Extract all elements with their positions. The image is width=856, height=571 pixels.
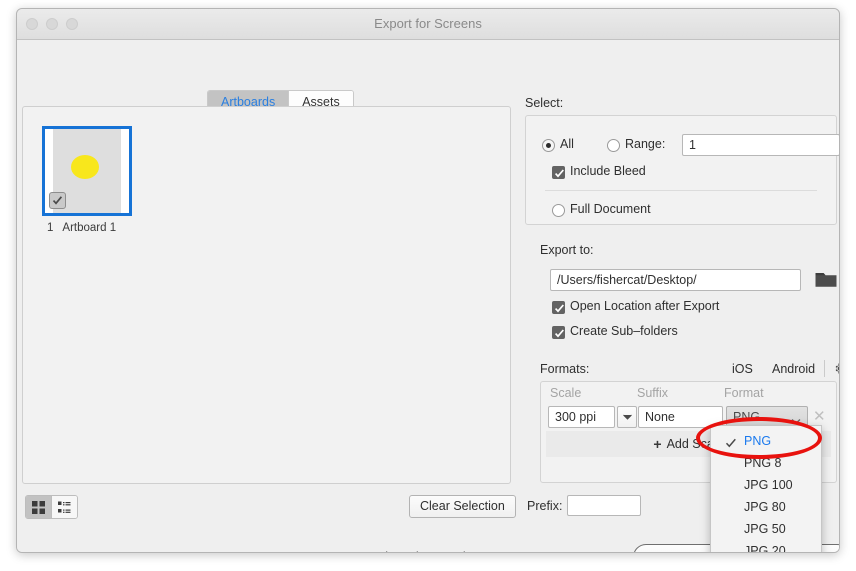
menu-item-label: PNG	[744, 434, 772, 448]
artboard-name: Artboard 1	[62, 222, 117, 234]
plus-icon: +	[653, 436, 662, 452]
checkmark-icon	[52, 196, 63, 205]
artboard-number: 1	[47, 222, 54, 234]
formats-divider	[824, 360, 825, 377]
window-titlebar: Export for Screens	[17, 9, 839, 40]
detail-view-button[interactable]	[51, 496, 77, 518]
dialog-body: Artboards Assets 1 Artboard 1 Clear Sele…	[17, 40, 839, 553]
menu-item-png[interactable]: PNG	[711, 430, 821, 452]
grid-view-icon	[32, 500, 45, 514]
gear-glyph	[835, 363, 839, 374]
column-header-scale: Scale	[550, 386, 582, 400]
menu-item-png-8[interactable]: PNG 8	[711, 452, 821, 474]
full-document-label: Full Document	[570, 202, 651, 216]
open-location-label: Open Location after Export	[570, 299, 720, 313]
radio-all[interactable]	[542, 139, 555, 152]
radio-all-label: All	[560, 137, 574, 151]
radio-range-label: Range:	[625, 137, 666, 151]
format-dropdown-menu[interactable]: PNG PNG 8 JPG 100 JPG 80 JPG 50 JPG 20 S…	[710, 425, 822, 553]
artboard-thumbnail[interactable]	[42, 126, 132, 216]
checkbox-create-subfolders[interactable]	[552, 326, 565, 339]
export-to-heading: Export to:	[540, 243, 594, 257]
menu-item-label: JPG 100	[744, 478, 793, 492]
export-status-text: Selected: 1, Total Export: 1	[370, 550, 519, 552]
export-for-screens-window: Export for Screens Artboards Assets 1 Ar…	[16, 8, 840, 553]
checkmark-icon	[554, 329, 564, 338]
checkmark-icon	[554, 304, 564, 313]
select-section-heading: Select:	[525, 96, 564, 110]
folder-icon[interactable]	[815, 271, 837, 294]
column-header-format: Format	[724, 386, 764, 400]
android-preset-button[interactable]: Android	[772, 362, 815, 376]
window-title: Export for Screens	[374, 16, 482, 31]
create-subfolders-label: Create Sub–folders	[570, 324, 678, 338]
checkmark-glyph	[725, 438, 736, 448]
folder-glyph	[815, 273, 837, 287]
menu-item-jpg-100[interactable]: JPG 100	[711, 474, 821, 496]
format-dropdown-value: PNG	[733, 410, 761, 424]
scale-input[interactable]: 300 ppi	[548, 406, 615, 428]
checkbox-include-bleed[interactable]	[552, 166, 565, 179]
menu-item-label: PNG 8	[744, 456, 782, 470]
detail-view-icon	[58, 501, 71, 513]
artboard-caption: 1 Artboard 1	[42, 222, 136, 234]
menu-item-jpg-80[interactable]: JPG 80	[711, 496, 821, 518]
artboard-list-item[interactable]: 1 Artboard 1	[42, 126, 136, 234]
column-header-suffix: Suffix	[637, 386, 669, 400]
prefix-input[interactable]	[567, 495, 641, 516]
artboard-select-checkbox[interactable]	[49, 192, 66, 209]
menu-item-jpg-50[interactable]: JPG 50	[711, 518, 821, 540]
export-path-input[interactable]: /Users/fishercat/Desktop/	[550, 269, 801, 291]
gear-icon[interactable]	[833, 361, 839, 381]
menu-item-label: JPG 50	[744, 522, 786, 536]
menu-item-label: JPG 80	[744, 500, 786, 514]
checkbox-open-location-after-export[interactable]	[552, 301, 565, 314]
scale-dropdown-button[interactable]	[617, 406, 637, 428]
remove-format-row-button[interactable]: ✕	[813, 409, 826, 424]
radio-range[interactable]	[607, 139, 620, 152]
include-bleed-label: Include Bleed	[570, 164, 646, 178]
clear-selection-button[interactable]: Clear Selection	[409, 495, 516, 518]
artwork-ellipse-shape	[71, 155, 99, 179]
chevron-down-glyph	[791, 418, 801, 425]
select-divider	[545, 190, 817, 191]
menu-item-jpg-20[interactable]: JPG 20	[711, 540, 821, 553]
chevron-down-icon	[622, 414, 632, 420]
prefix-label: Prefix:	[527, 499, 563, 513]
view-mode-toggle	[25, 495, 78, 519]
grid-view-button[interactable]	[26, 496, 51, 518]
ios-preset-button[interactable]: iOS	[732, 362, 753, 376]
menu-item-label: JPG 20	[744, 544, 786, 553]
formats-heading: Formats:	[540, 362, 590, 376]
range-input[interactable]: 1	[682, 134, 839, 156]
radio-full-document[interactable]	[552, 204, 565, 217]
checkmark-icon	[554, 169, 564, 178]
artboards-panel[interactable]: 1 Artboard 1	[22, 106, 511, 484]
